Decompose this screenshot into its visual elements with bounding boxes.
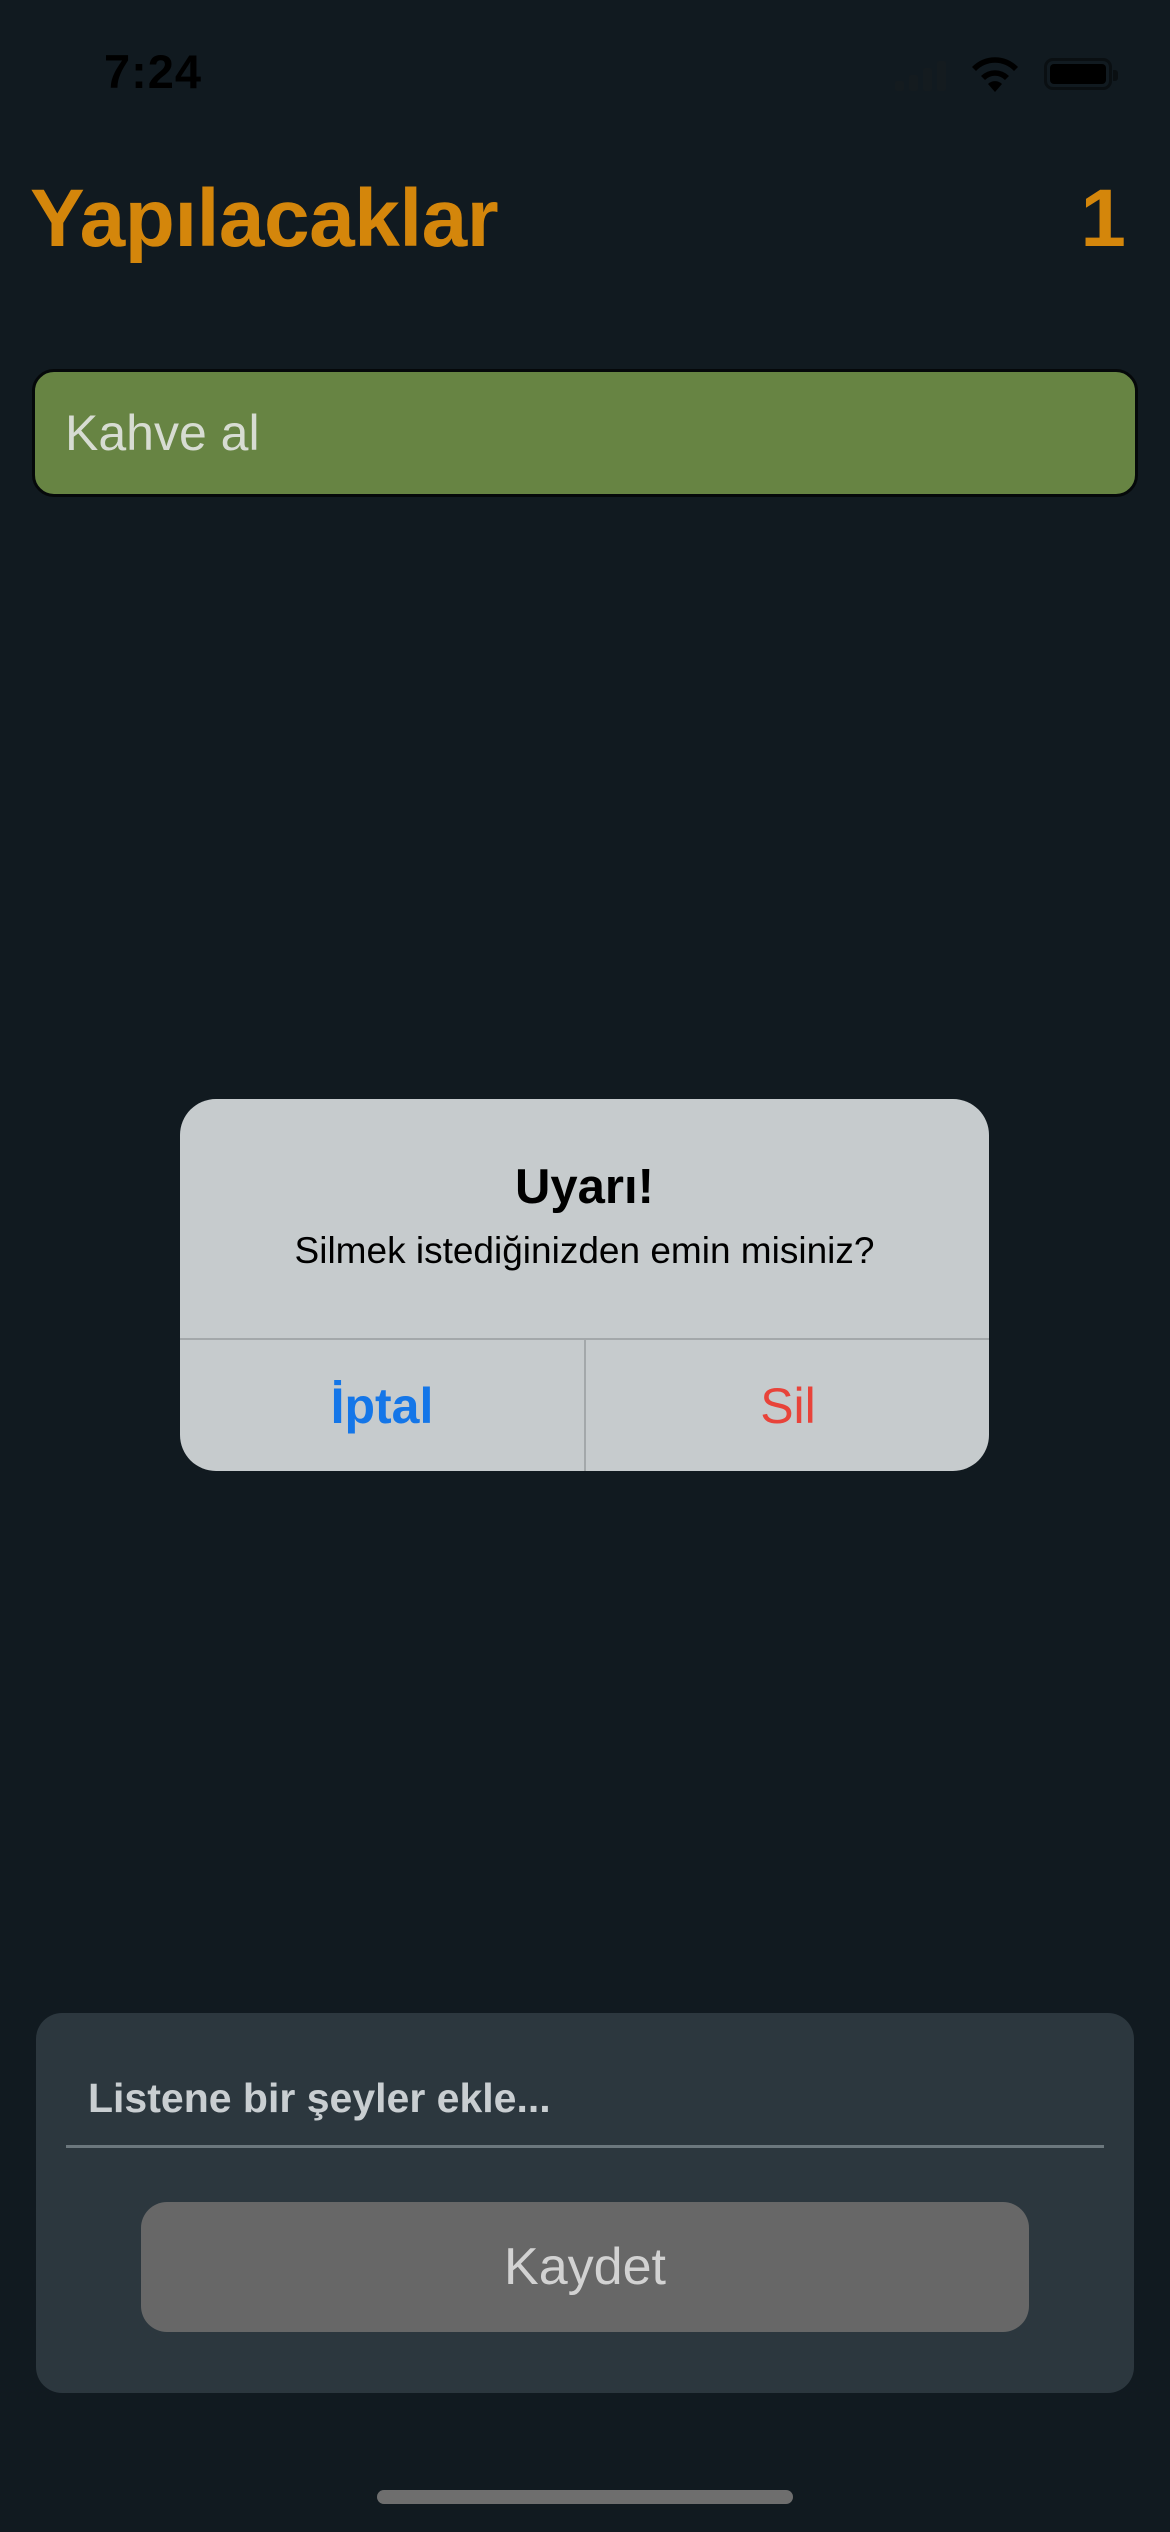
alert-title: Uyarı! — [515, 1160, 654, 1214]
screen: 7:24 Yapılacaklar 1 Kahve al Uyarı! Silm… — [0, 0, 1170, 2532]
item-count: 1 — [1080, 173, 1126, 264]
cancel-button[interactable]: İptal — [180, 1340, 584, 1471]
cellular-signal-icon — [895, 57, 946, 91]
new-item-input[interactable] — [88, 2063, 1068, 2133]
page-title: Yapılacaklar — [30, 173, 499, 264]
list-item-text: Kahve al — [65, 405, 260, 461]
add-item-panel: Kaydet — [36, 2013, 1134, 2393]
battery-icon — [1044, 58, 1118, 90]
status-time: 7:24 — [104, 45, 203, 98]
list-item[interactable]: Kahve al — [32, 369, 1138, 497]
input-underline — [66, 2145, 1104, 2148]
delete-button[interactable]: Sil — [586, 1340, 989, 1471]
status-icons — [895, 52, 1118, 96]
delete-alert-dialog: Uyarı! Silmek istediğinizden emin misini… — [180, 1099, 989, 1471]
save-button[interactable]: Kaydet — [141, 2202, 1029, 2332]
alert-message: Silmek istediğinizden emin misiniz? — [294, 1230, 875, 1271]
home-indicator[interactable] — [377, 2490, 793, 2504]
wifi-icon — [972, 57, 1018, 92]
